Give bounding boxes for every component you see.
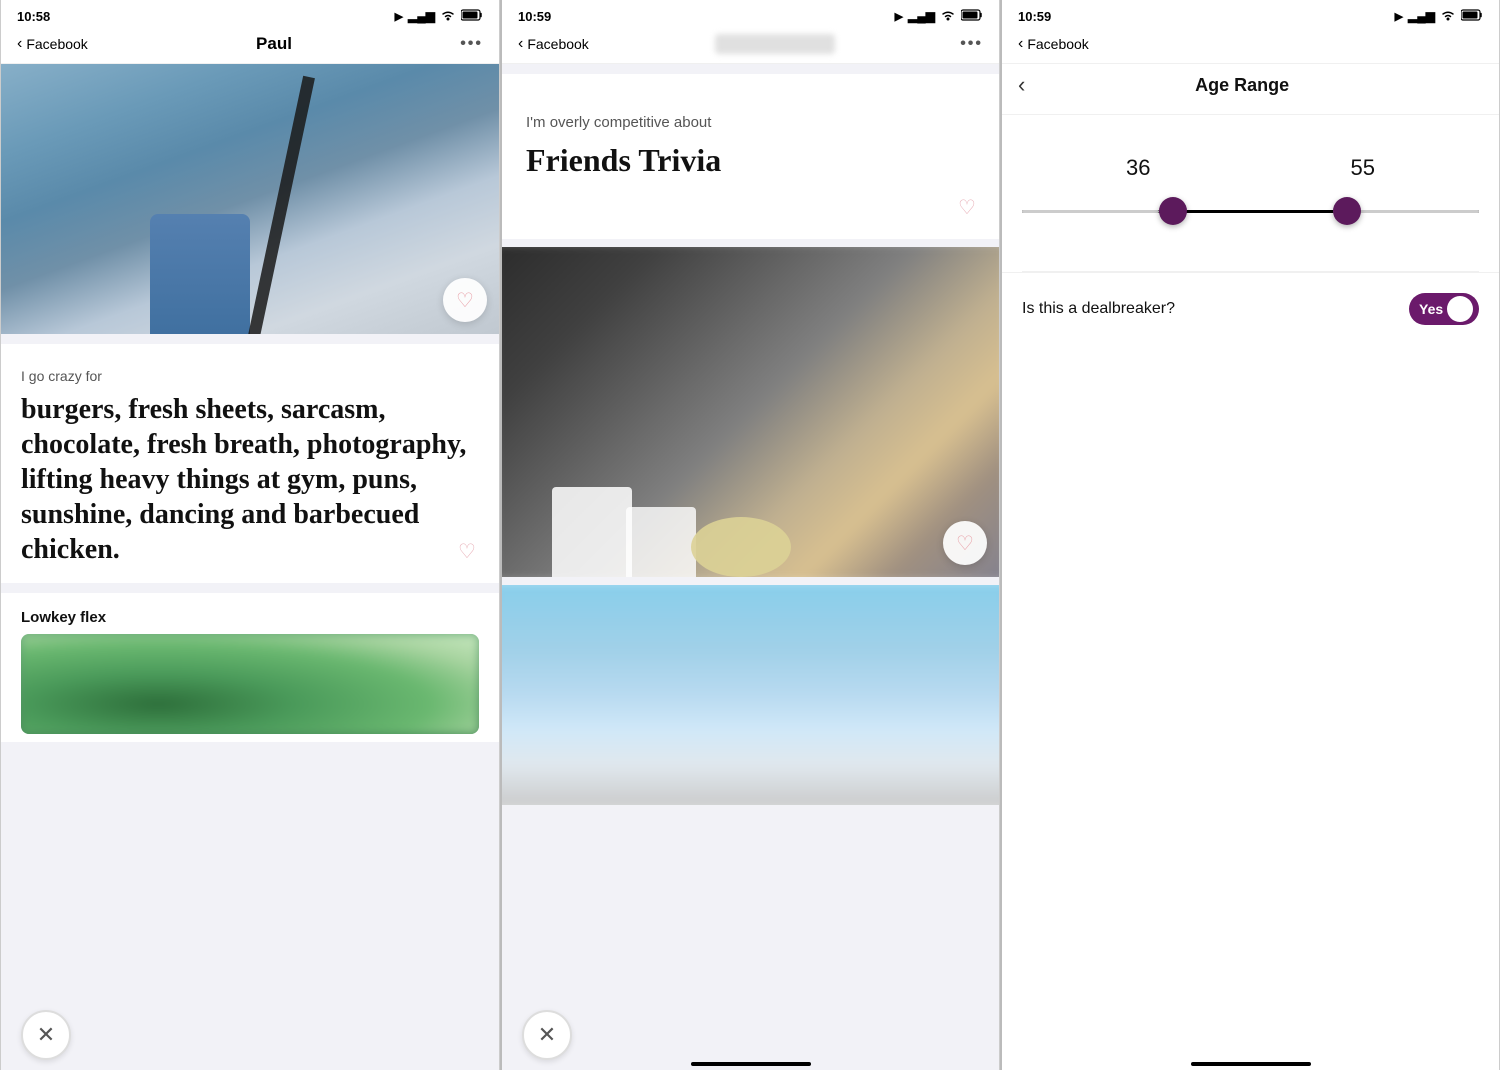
signal-icon-2: ▂▄▆ bbox=[908, 9, 935, 23]
x-icon-1[interactable]: ✕ bbox=[21, 1010, 71, 1060]
profile-photo-1: ♡ bbox=[1, 64, 499, 334]
photo-3-bg bbox=[502, 585, 999, 805]
age-min-value: 36 bbox=[1126, 155, 1150, 181]
photo-2-container bbox=[502, 247, 999, 577]
nav-bar-3: ‹ Facebook bbox=[1002, 28, 1499, 64]
dislike-button-1[interactable]: ✕ bbox=[21, 1010, 71, 1060]
signal-icon-1: ▂▄▆ bbox=[408, 9, 435, 23]
wifi-icon-1 bbox=[440, 9, 456, 24]
age-numbers-row: 36 55 bbox=[1022, 155, 1479, 181]
status-icons-1: ▶ ▂▄▆ bbox=[395, 9, 483, 24]
slider-track bbox=[1022, 210, 1479, 213]
home-indicator-2 bbox=[691, 1062, 811, 1066]
time-2: 10:59 bbox=[518, 9, 551, 24]
status-icons-2: ▶ ▂▄▆ bbox=[895, 9, 983, 24]
trivia-label: I'm overly competitive about bbox=[526, 114, 975, 131]
back-chevron-3: ‹ bbox=[1018, 35, 1023, 53]
profile-name-1: Paul bbox=[88, 34, 460, 54]
trivia-title: Friends Trivia bbox=[526, 141, 975, 179]
back-label-1: Facebook bbox=[26, 36, 87, 52]
status-bar-2: 10:59 ▶ ▂▄▆ bbox=[502, 0, 999, 28]
phone-2: 10:59 ▶ ▂▄▆ ‹ Facebook ••• bbox=[500, 0, 1000, 1070]
nav-bar-2: ‹ Facebook ••• bbox=[502, 28, 999, 64]
wifi-icon-2 bbox=[940, 9, 956, 24]
status-icons-3: ▶ ▂▄▆ bbox=[1395, 9, 1483, 24]
toggle-circle bbox=[1447, 296, 1473, 322]
back-chevron-2: ‹ bbox=[518, 35, 523, 53]
location-icon-2: ▶ bbox=[895, 10, 903, 23]
lowkey-section: Lowkey flex bbox=[1, 593, 499, 742]
battery-icon-2 bbox=[961, 9, 983, 24]
toggle-yes-label: Yes bbox=[1419, 301, 1443, 317]
battery-icon-1 bbox=[461, 9, 483, 24]
glass-1 bbox=[552, 487, 632, 577]
slider-inactive-left bbox=[1022, 210, 1159, 213]
back-chevron-1: ‹ bbox=[17, 35, 22, 53]
page-title: Age Range bbox=[1025, 75, 1459, 96]
trivia-card: I'm overly competitive about Friends Tri… bbox=[502, 74, 999, 239]
time-3: 10:59 bbox=[1018, 9, 1051, 24]
shirt bbox=[150, 214, 250, 334]
location-icon-1: ▶ bbox=[395, 10, 403, 23]
lowkey-photo bbox=[21, 634, 479, 734]
lowkey-photo-inner bbox=[21, 634, 479, 734]
dealbreaker-toggle[interactable]: Yes bbox=[1409, 293, 1479, 325]
photo-3-container bbox=[502, 585, 999, 805]
lowkey-label: Lowkey flex bbox=[21, 609, 479, 626]
dealbreaker-row: Is this a dealbreaker? Yes bbox=[1002, 272, 1499, 345]
glass-2 bbox=[626, 507, 696, 577]
card-label-1: I go crazy for bbox=[21, 368, 479, 384]
photo-bg-1 bbox=[1, 64, 499, 334]
blurred-name-container bbox=[589, 34, 960, 54]
status-bar-1: 10:58 ▶ ▂▄▆ bbox=[1, 0, 499, 28]
age-max-value: 55 bbox=[1351, 155, 1375, 181]
photo-card-3 bbox=[502, 585, 999, 805]
battery-icon-3 bbox=[1461, 9, 1483, 24]
status-bar-3: 10:59 ▶ ▂▄▆ bbox=[1002, 0, 1499, 28]
more-button-1[interactable]: ••• bbox=[460, 35, 483, 53]
blurred-profile-name bbox=[715, 34, 835, 54]
phone-3: 10:59 ▶ ▂▄▆ ‹ Facebook ‹ Age Range bbox=[1000, 0, 1500, 1070]
back-label-2: Facebook bbox=[527, 36, 588, 52]
x-icon-2[interactable]: ✕ bbox=[522, 1010, 572, 1060]
card-text-1: burgers, fresh sheets, sarcasm, chocolat… bbox=[21, 392, 479, 567]
home-indicator-3 bbox=[1191, 1062, 1311, 1066]
like-button-text-1[interactable]: ♡ bbox=[447, 531, 487, 571]
photo-card-2: ♡ bbox=[502, 247, 999, 577]
page-back-chevron[interactable]: ‹ bbox=[1018, 72, 1025, 98]
back-button-1[interactable]: ‹ Facebook bbox=[17, 35, 88, 53]
phone1-scroll: ♡ I go crazy for burgers, fresh sheets, … bbox=[1, 64, 499, 1070]
wifi-icon-3 bbox=[1440, 9, 1456, 24]
dealbreaker-label: Is this a dealbreaker? bbox=[1022, 300, 1175, 318]
like-button-trivia[interactable]: ♡ bbox=[947, 187, 987, 227]
phone-1: 10:58 ▶ ▂▄▆ ‹ Facebook Paul ••• bbox=[0, 0, 500, 1070]
back-button-3[interactable]: ‹ Facebook bbox=[1018, 35, 1089, 53]
nav-bar-1: ‹ Facebook Paul ••• bbox=[1, 28, 499, 64]
time-1: 10:58 bbox=[17, 9, 50, 24]
age-slider[interactable] bbox=[1022, 191, 1479, 231]
crazy-for-card: I go crazy for burgers, fresh sheets, sa… bbox=[1, 344, 499, 583]
age-range-header: ‹ Age Range bbox=[1002, 64, 1499, 115]
more-button-2[interactable]: ••• bbox=[960, 35, 983, 53]
slider-thumb-max[interactable] bbox=[1333, 197, 1361, 225]
back-button-2[interactable]: ‹ Facebook bbox=[518, 35, 589, 53]
soup-bowl bbox=[691, 517, 791, 577]
dislike-button-2[interactable]: ✕ bbox=[522, 1010, 572, 1060]
location-icon-3: ▶ bbox=[1395, 10, 1403, 23]
phone2-scroll: I'm overly competitive about Friends Tri… bbox=[502, 64, 999, 1070]
signal-icon-3: ▂▄▆ bbox=[1408, 9, 1435, 23]
slider-thumb-min[interactable] bbox=[1159, 197, 1187, 225]
back-label-3: Facebook bbox=[1027, 36, 1088, 52]
like-button-photo-1[interactable]: ♡ bbox=[443, 278, 487, 322]
